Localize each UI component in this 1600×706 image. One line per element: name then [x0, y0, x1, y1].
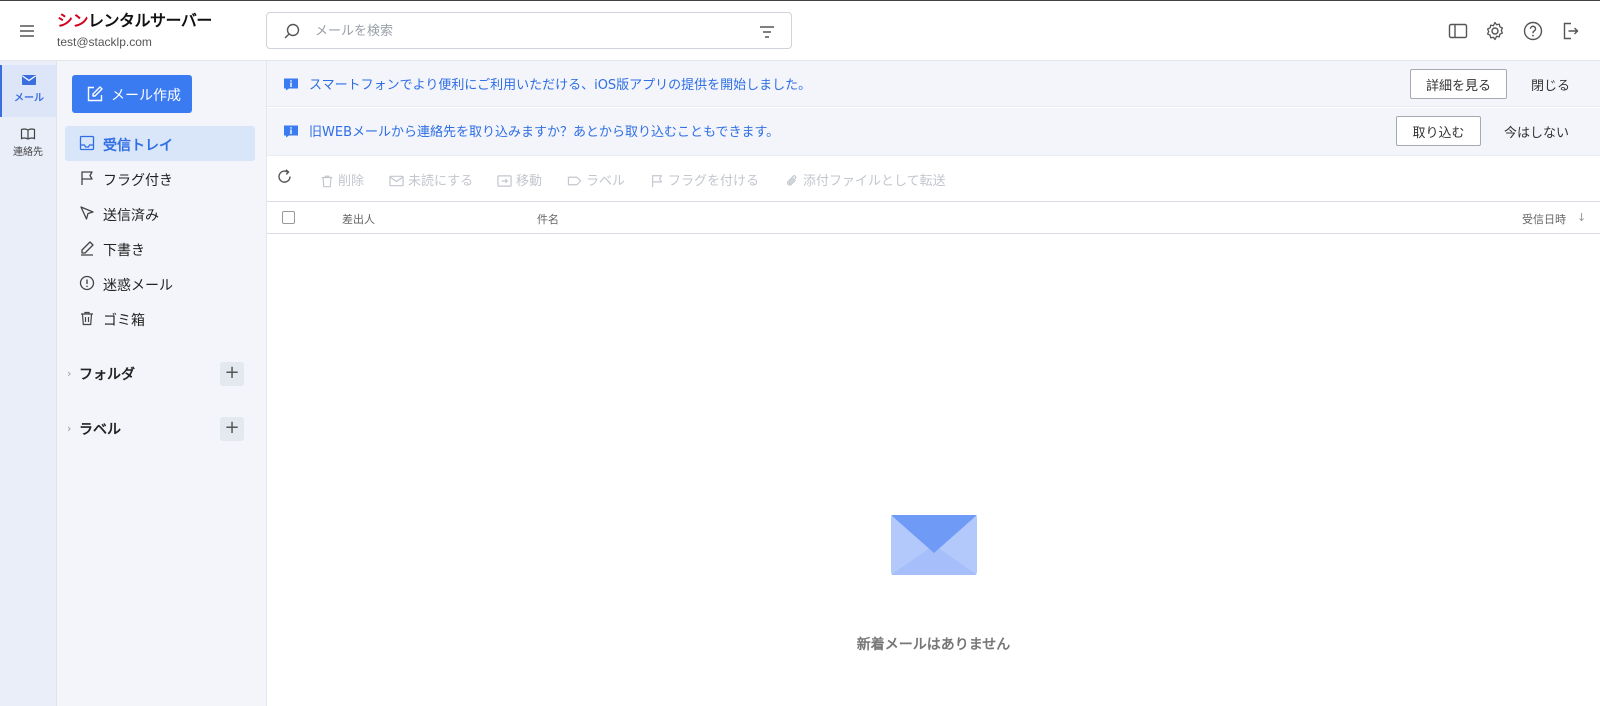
compose-label: メール作成: [111, 87, 181, 103]
move-icon: [497, 175, 512, 187]
compose-button[interactable]: メール作成: [72, 75, 192, 113]
move-label: 移動: [516, 174, 543, 189]
mark-unread-label: 未読にする: [408, 174, 474, 189]
search-input[interactable]: [315, 19, 735, 43]
flag-icon: [652, 175, 662, 188]
help-icon[interactable]: [1522, 20, 1544, 42]
gear-icon[interactable]: [1484, 20, 1506, 42]
label-button[interactable]: ラベル: [567, 170, 625, 189]
empty-mailbox-icon: [891, 515, 977, 575]
delete-label: 削除: [338, 174, 365, 189]
column-subject[interactable]: 件名: [537, 211, 559, 227]
search-icon: [284, 23, 300, 39]
labels-group[interactable]: › ラベル +: [65, 417, 255, 441]
nav-item-drafts[interactable]: 下書き: [65, 231, 255, 266]
mail-main: スマートフォンでより便利にご利用いただける、iOS版アプリの提供を開始しました。…: [267, 61, 1600, 706]
flag-icon: [81, 171, 93, 185]
sidebar: メール作成 受信トレイ フラグ付き 送信済み 下書き 迷惑メール ゴミ箱 › フ…: [57, 61, 267, 706]
envelope-icon: [389, 175, 404, 187]
layout-icon[interactable]: [1447, 20, 1469, 42]
notice-banner-ios: スマートフォンでより便利にご利用いただける、iOS版アプリの提供を開始しました。…: [267, 61, 1600, 107]
list-header: 差出人 件名 受信日時 ↓: [267, 202, 1600, 234]
flag-button[interactable]: フラグを付ける: [650, 170, 759, 189]
import-button[interactable]: 取り込む: [1396, 116, 1481, 146]
tag-icon: [567, 176, 582, 186]
rail-item-label: 連絡先: [13, 147, 43, 158]
paperclip-icon: [787, 175, 797, 186]
chevron-right-icon[interactable]: ›: [67, 367, 71, 380]
brand-logo: シンレンタルサーバー: [57, 11, 212, 30]
not-now-button[interactable]: 今はしない: [1504, 122, 1569, 141]
pencil-icon: [81, 241, 94, 256]
add-folder-button[interactable]: +: [220, 362, 244, 386]
delete-button[interactable]: 削除: [320, 170, 364, 189]
edit-icon: [87, 86, 103, 102]
logout-icon[interactable]: [1559, 20, 1581, 42]
nav-item-flagged[interactable]: フラグ付き: [65, 161, 255, 196]
trash-icon: [81, 311, 93, 326]
app-rail: メール 連絡先: [0, 61, 57, 706]
info-icon: [284, 125, 298, 138]
forward-as-attachment-label: 添付ファイルとして転送: [803, 174, 946, 189]
nav-item-label: 下書き: [103, 243, 145, 259]
label-button-label: ラベル: [586, 174, 626, 189]
mail-icon: [22, 75, 36, 85]
app-header: シンレンタルサーバー test@stacklp.com: [0, 0, 1600, 61]
book-icon: [20, 128, 36, 140]
nav-item-trash[interactable]: ゴミ箱: [65, 301, 255, 336]
mail-toolbar: 削除 未読にする 移動 ラベル フラグを付ける 添付ファイルとして転送: [267, 157, 1600, 202]
account-email: test@stacklp.com: [57, 35, 152, 49]
column-date[interactable]: 受信日時: [1522, 211, 1566, 227]
empty-state-text: 新着メールはありません: [856, 637, 1011, 653]
mark-unread-button[interactable]: 未読にする: [389, 170, 473, 189]
trash-icon: [321, 175, 333, 188]
column-from[interactable]: 差出人: [342, 211, 375, 227]
sort-down-icon[interactable]: ↓: [1577, 211, 1586, 224]
notice-text: 旧WEBメールから連絡先を取り込みますか？あとから取り込むこともできます。: [309, 125, 780, 140]
chevron-right-icon[interactable]: ›: [67, 422, 71, 435]
alert-icon: [79, 275, 95, 291]
nav-item-sent[interactable]: 送信済み: [65, 196, 255, 231]
filter-icon[interactable]: [758, 23, 776, 41]
folders-label: フォルダ: [79, 367, 135, 383]
search-box[interactable]: [266, 12, 792, 49]
nav-item-inbox[interactable]: 受信トレイ: [65, 126, 255, 161]
hamburger-menu-icon[interactable]: [17, 21, 37, 41]
labels-label: ラベル: [79, 422, 121, 438]
notice-text: スマートフォンでより便利にご利用いただける、iOS版アプリの提供を開始しました。: [309, 78, 812, 93]
nav-item-label: フラグ付き: [103, 173, 173, 189]
flag-button-label: フラグを付ける: [668, 174, 760, 189]
rail-item-contacts[interactable]: 連絡先: [0, 119, 56, 171]
send-icon: [80, 206, 94, 220]
nav-item-label: 送信済み: [103, 208, 159, 224]
forward-as-attachment-button[interactable]: 添付ファイルとして転送: [785, 170, 946, 189]
notice-banner-import: 旧WEBメールから連絡先を取り込みますか？あとから取り込むこともできます。 取り…: [267, 108, 1600, 156]
info-icon: [284, 78, 298, 91]
add-label-button[interactable]: +: [220, 417, 244, 441]
select-all-checkbox[interactable]: [282, 211, 295, 224]
nav-item-label: ゴミ箱: [103, 313, 145, 329]
refresh-icon[interactable]: [276, 168, 297, 186]
rail-item-label: メール: [14, 93, 44, 104]
close-notice-button[interactable]: 閉じる: [1531, 75, 1570, 94]
folders-group[interactable]: › フォルダ +: [65, 362, 255, 386]
rail-item-mail[interactable]: メール: [0, 65, 56, 117]
inbox-icon: [79, 135, 95, 151]
nav-item-label: 受信トレイ: [103, 138, 173, 154]
details-button[interactable]: 詳細を見る: [1410, 69, 1507, 99]
move-button[interactable]: 移動: [497, 170, 542, 189]
nav-item-label: 迷惑メール: [103, 278, 173, 294]
nav-item-spam[interactable]: 迷惑メール: [65, 266, 255, 301]
